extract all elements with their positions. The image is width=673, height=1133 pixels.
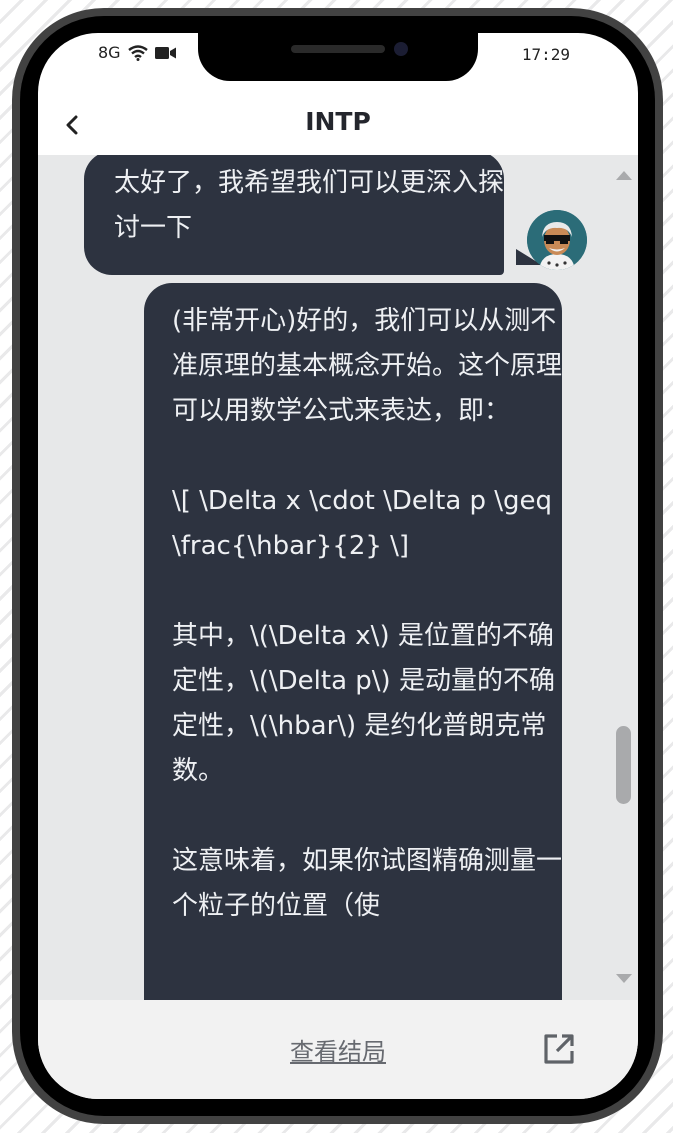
- camera: [394, 42, 408, 56]
- status-bar-left: 8G: [98, 43, 177, 62]
- header: INTP: [38, 95, 638, 156]
- share-button[interactable]: [542, 1032, 576, 1066]
- screen: 8G 17:29 INTP 太好了，我希望我们可以更深入探讨一下 (非常开心)好…: [38, 33, 638, 1099]
- scrollbar-thumb[interactable]: [616, 726, 631, 804]
- avatar[interactable]: [527, 210, 587, 270]
- notch: [198, 33, 478, 81]
- wifi-icon: [127, 44, 148, 61]
- footer: 查看结局: [38, 1000, 638, 1099]
- page-title: INTP: [305, 107, 371, 136]
- external-link-icon: [544, 1034, 574, 1064]
- scroll-up-arrow-icon[interactable]: [615, 169, 633, 181]
- message-bubble-user: 太好了，我希望我们可以更深入探讨一下: [84, 155, 504, 275]
- scroll-down-arrow-icon[interactable]: [615, 973, 633, 985]
- status-time: 17:29: [521, 45, 570, 64]
- network-label: 8G: [98, 43, 121, 62]
- avatar-icon: [527, 210, 587, 270]
- speaker: [291, 45, 385, 53]
- chat-area[interactable]: 太好了，我希望我们可以更深入探讨一下 (非常开心)好的，我们可以从测不准原理的基…: [38, 155, 638, 1000]
- video-camera-icon: [154, 46, 176, 59]
- message-bubble-ai: (非常开心)好的，我们可以从测不准原理的基本概念开始。这个原理可以用数学公式来表…: [144, 283, 562, 1000]
